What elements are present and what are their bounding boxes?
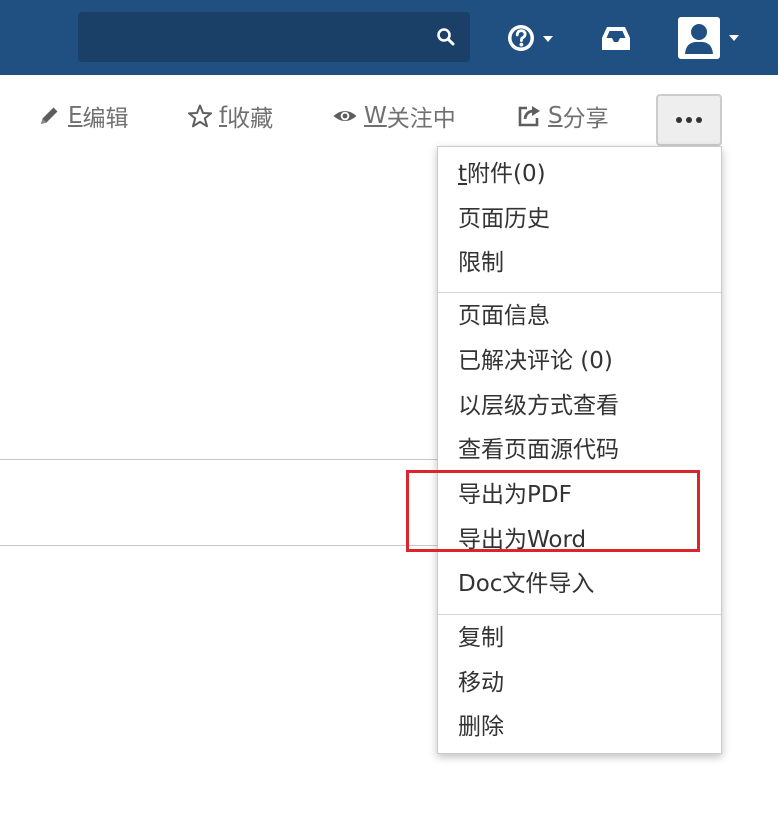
menu-item-hierarchy-view[interactable]: 以层级方式查看: [458, 390, 619, 422]
watch-label: 关注中: [386, 106, 456, 132]
inbox-icon: [602, 27, 630, 50]
menu-item-restrictions[interactable]: 限制: [458, 247, 504, 279]
more-actions-button[interactable]: [656, 94, 722, 146]
menu-item-resolved-comments[interactable]: 已解决评论 (0): [458, 345, 613, 377]
top-header-bar: [0, 0, 778, 75]
share-shortcut-key: S: [548, 103, 563, 129]
content-divider: [0, 545, 438, 546]
edit-button[interactable]: E 编辑: [36, 96, 129, 136]
more-icon: [676, 117, 702, 123]
menu-divider: [438, 292, 721, 293]
help-button[interactable]: [505, 21, 565, 55]
chevron-down-icon: [543, 36, 553, 42]
star-icon: [187, 103, 213, 129]
export-options-highlight: [406, 470, 700, 552]
menu-item-view-source[interactable]: 查看页面源代码: [458, 434, 619, 466]
share-label: 分享: [562, 106, 609, 132]
menu-item-page-info[interactable]: 页面信息: [458, 300, 550, 332]
menu-item-delete[interactable]: 删除: [458, 711, 504, 743]
favorite-label: 收藏: [227, 106, 274, 132]
menu-item-attachments[interactable]: t附件(0): [458, 158, 546, 190]
favorite-shortcut-key: f: [219, 103, 228, 129]
menu-divider: [438, 614, 721, 615]
menu-item-copy[interactable]: 复制: [458, 622, 504, 654]
edit-shortcut-key: E: [68, 103, 83, 129]
attachments-label: 附件(0): [467, 161, 546, 187]
more-actions-menu: t附件(0) 页面历史 限制 页面信息 已解决评论 (0) 以层级方式查看 查看…: [437, 146, 722, 754]
help-icon: [508, 25, 534, 51]
search-icon[interactable]: [436, 27, 456, 47]
eye-icon: [332, 103, 358, 129]
share-icon: [516, 103, 542, 129]
menu-item-doc-import[interactable]: Doc文件导入: [458, 568, 594, 600]
watch-button[interactable]: W 关注中: [332, 96, 456, 136]
content-divider: [0, 459, 438, 460]
attachments-shortcut-key: t: [458, 161, 468, 187]
pencil-icon: [36, 103, 62, 129]
menu-item-move[interactable]: 移动: [458, 667, 504, 699]
watch-shortcut-key: W: [364, 103, 387, 129]
user-avatar-icon: [678, 17, 720, 59]
edit-label: 编辑: [82, 106, 129, 132]
user-menu-button[interactable]: [676, 15, 746, 61]
favorite-button[interactable]: f 收藏: [187, 96, 273, 136]
menu-item-page-history[interactable]: 页面历史: [458, 203, 550, 235]
chevron-down-icon: [729, 35, 739, 41]
notifications-button[interactable]: [598, 21, 634, 55]
search-input[interactable]: [78, 12, 470, 62]
share-button[interactable]: S 分享: [516, 96, 609, 136]
